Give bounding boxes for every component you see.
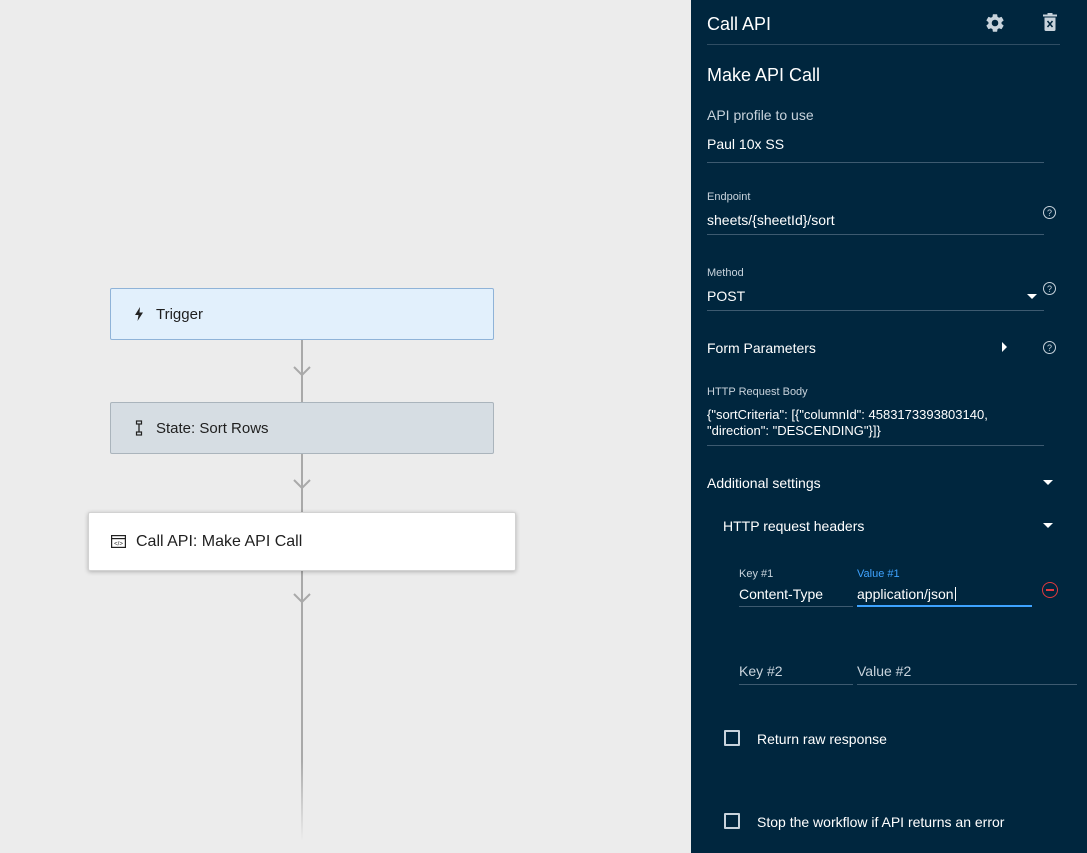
- action-title: Make API Call: [707, 65, 821, 85]
- properties-panel: Call API Make API Call API profile to us…: [691, 0, 1087, 853]
- stop-on-error-label[interactable]: Stop the workflow if API returns an erro…: [757, 814, 1004, 830]
- api-window-icon: </>: [110, 534, 126, 550]
- trigger-node-label: Trigger: [156, 305, 203, 323]
- additional-settings-toggle[interactable]: Additional settings: [707, 475, 821, 491]
- http-body-label: HTTP Request Body: [707, 386, 808, 398]
- state-node[interactable]: State: Sort Rows: [110, 402, 494, 454]
- header-value-2-input[interactable]: Value #2: [857, 663, 911, 679]
- workflow-canvas[interactable]: Trigger State: Sort Rows </> Call API: M…: [0, 0, 691, 853]
- flow-arrow-icon: [293, 593, 311, 604]
- call-api-node[interactable]: </> Call API: Make API Call: [88, 512, 516, 571]
- dropdown-arrow-icon[interactable]: [1027, 294, 1037, 299]
- return-raw-label[interactable]: Return raw response: [757, 731, 887, 747]
- header-key-1-label: Key #1: [739, 568, 774, 580]
- header-key-1-input[interactable]: Content-Type: [739, 586, 823, 602]
- header-value-1-focus-underline: [857, 605, 1032, 607]
- method-label: Method: [707, 267, 744, 279]
- api-profile-label: API profile to use: [707, 107, 814, 123]
- remove-header-icon[interactable]: [1042, 582, 1058, 598]
- state-icon: [132, 420, 146, 436]
- collapse-icon[interactable]: [1043, 523, 1053, 528]
- help-icon[interactable]: ?: [1043, 282, 1056, 295]
- header-value-1-label: Value #1: [857, 568, 900, 580]
- header-key-2-underline: [739, 684, 853, 685]
- http-headers-toggle[interactable]: HTTP request headers: [723, 518, 864, 534]
- api-profile-select[interactable]: Paul 10x SS: [707, 136, 784, 152]
- expand-right-icon[interactable]: [1002, 342, 1007, 352]
- endpoint-underline: [707, 234, 1044, 235]
- svg-text:</>: </>: [114, 542, 123, 548]
- gear-icon[interactable]: [984, 12, 1006, 34]
- http-body-input[interactable]: {"sortCriteria": [{"columnId": 458317339…: [707, 407, 1027, 439]
- call-api-node-label: Call API: Make API Call: [136, 532, 303, 550]
- header-value-1-field[interactable]: application/json: [857, 586, 956, 602]
- header-value-1-input[interactable]: application/json: [857, 586, 954, 602]
- http-body-underline: [707, 445, 1044, 446]
- help-icon[interactable]: ?: [1043, 206, 1056, 219]
- endpoint-input[interactable]: sheets/{sheetId}/sort: [707, 212, 835, 228]
- collapse-icon[interactable]: [1043, 480, 1053, 485]
- method-underline: [707, 310, 1044, 311]
- panel-title: Call API: [707, 14, 772, 34]
- header-divider: [707, 44, 1060, 45]
- help-icon[interactable]: ?: [1043, 341, 1056, 354]
- connector-line: [301, 571, 303, 841]
- flow-arrow-icon: [293, 479, 311, 490]
- return-raw-checkbox[interactable]: [724, 730, 740, 746]
- lightning-icon: [132, 306, 146, 322]
- delete-icon[interactable]: [1043, 13, 1057, 31]
- form-parameters-toggle[interactable]: Form Parameters: [707, 340, 816, 356]
- state-node-label: State: Sort Rows: [156, 419, 269, 437]
- text-caret: [954, 587, 956, 601]
- endpoint-label: Endpoint: [707, 191, 751, 203]
- header-key-2-input[interactable]: Key #2: [739, 663, 783, 679]
- flow-arrow-icon: [293, 366, 311, 377]
- header-value-2-underline: [857, 684, 1077, 685]
- stop-on-error-checkbox[interactable]: [724, 813, 740, 829]
- trigger-node[interactable]: Trigger: [110, 288, 494, 340]
- method-select[interactable]: POST: [707, 288, 745, 304]
- header-key-1-underline: [739, 606, 853, 607]
- api-profile-underline: [707, 162, 1044, 163]
